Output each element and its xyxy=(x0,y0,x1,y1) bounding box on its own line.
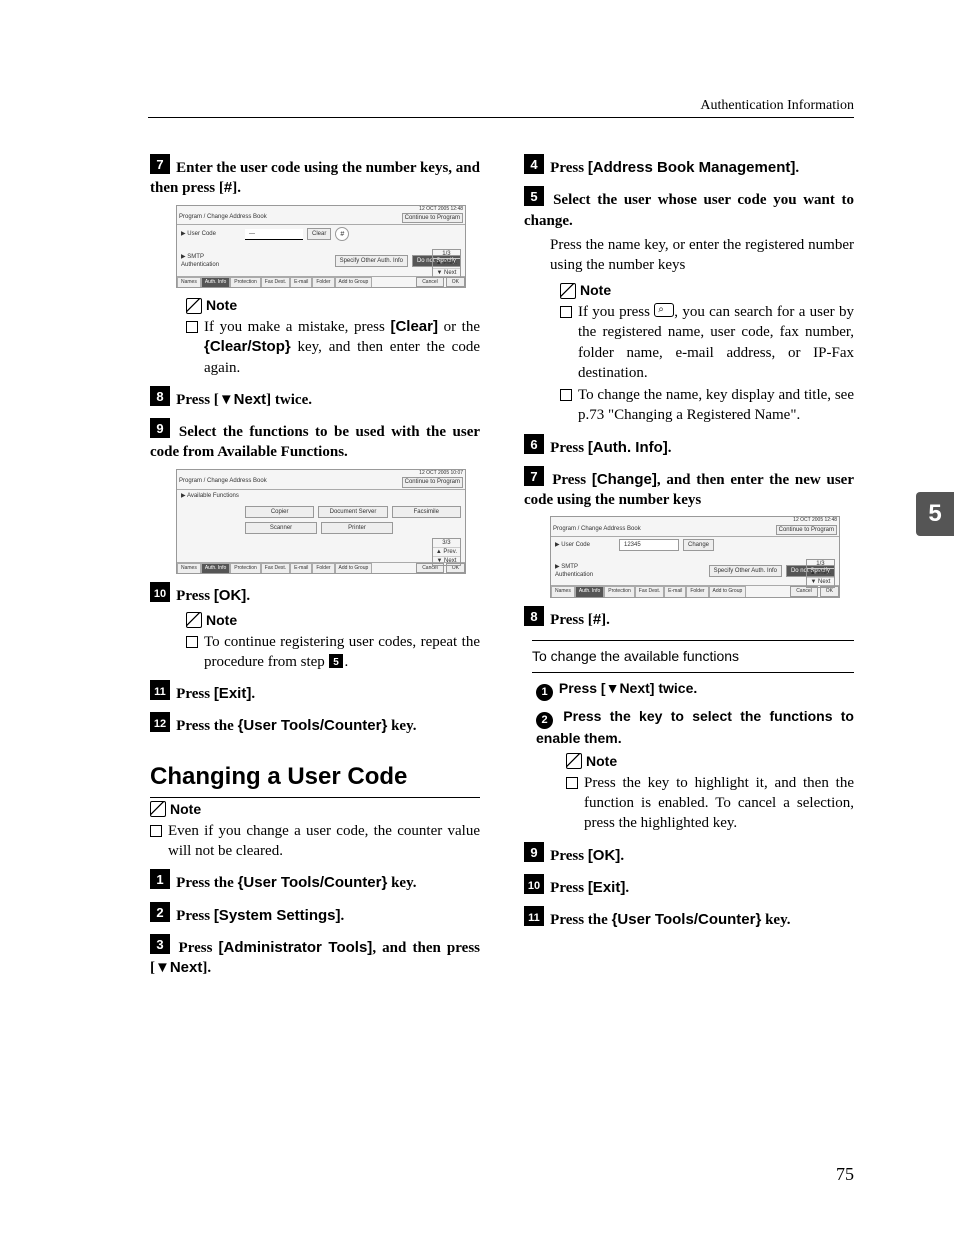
step-number-icon: 4 xyxy=(524,154,544,174)
svg-text:5: 5 xyxy=(530,189,537,204)
svg-text:5: 5 xyxy=(333,657,339,668)
step-number-icon: 7 xyxy=(150,154,170,174)
rstep-9: 9 Press [OK]. xyxy=(524,842,854,866)
note-bullet-icon xyxy=(560,306,572,318)
step-number-icon: 10 xyxy=(150,582,170,602)
svg-text:3: 3 xyxy=(156,937,163,952)
step-9: 9 Select the functions to be used with t… xyxy=(150,418,480,463)
rstep-10: 10 Press [Exit]. xyxy=(524,874,854,898)
circled-number-icon: 1 xyxy=(536,684,553,701)
note-bullet-icon xyxy=(566,777,578,789)
note-continue: Note To continue registering user codes,… xyxy=(186,611,480,672)
step-number-icon: 8 xyxy=(524,606,544,626)
step-number-icon: 10 xyxy=(524,874,544,894)
step-number-icon: 9 xyxy=(524,842,544,862)
step-number-icon: 7 xyxy=(524,466,544,486)
step-10: 10 Press [OK]. xyxy=(150,582,480,606)
svg-text:9: 9 xyxy=(156,421,163,436)
rstep-11: 11 Press the {User Tools/Counter} key. xyxy=(524,906,854,930)
svg-text:8: 8 xyxy=(156,389,163,404)
cstep-2: 2 Press [System Settings]. xyxy=(150,902,480,926)
rstep-4: 4 Press [Address Book Management]. xyxy=(524,154,854,178)
note-search: Note If you press , you can search for a… xyxy=(560,281,854,425)
rstep-5: 5 Select the user whose user code you wa… xyxy=(524,186,854,231)
svg-text:6: 6 xyxy=(530,437,537,452)
svg-text:8: 8 xyxy=(530,609,537,624)
svg-text:12: 12 xyxy=(154,718,166,730)
step-number-icon: 5 xyxy=(329,654,343,668)
note-bullet-icon xyxy=(186,321,198,333)
svg-text:2: 2 xyxy=(156,905,163,920)
svg-text:10: 10 xyxy=(154,588,166,600)
rstep-8: 8 Press [#]. xyxy=(524,606,854,630)
sub-step-2: 2 Press the key to select the functions … xyxy=(536,707,854,748)
step-number-icon: 3 xyxy=(150,934,170,954)
hash-key-icon: # xyxy=(593,611,601,628)
rstep-7: 7 Press [Change], and then enter the new… xyxy=(524,466,854,511)
svg-text:9: 9 xyxy=(530,845,537,860)
step-number-icon: 1 xyxy=(150,869,170,889)
step-number-icon: 6 xyxy=(524,434,544,454)
search-key-icon xyxy=(654,303,674,317)
hash-key-icon: # xyxy=(224,179,232,196)
sub-procedure-title: To change the available functions xyxy=(532,640,854,673)
step-11: 11 Press [Exit]. xyxy=(150,680,480,704)
note-counter: Note Even if you change a user code, the… xyxy=(150,800,480,861)
step-number-icon: 11 xyxy=(150,680,170,700)
step-number-icon: 2 xyxy=(150,902,170,922)
step-number-icon: 5 xyxy=(524,186,544,206)
rstep-6: 6 Press [Auth. Info]. xyxy=(524,434,854,458)
sub-procedure-box: To change the available functions 1 Pres… xyxy=(524,634,854,833)
svg-text:11: 11 xyxy=(154,686,166,698)
note-clear: Note If you make a mistake, press [Clear… xyxy=(186,296,480,378)
cstep-3: 3 Press [Administrator Tools], and then … xyxy=(150,934,480,979)
section-changing-user-code: Changing a User Code xyxy=(150,761,480,798)
step-12: 12 Press the {User Tools/Counter} key. xyxy=(150,712,480,736)
svg-text:4: 4 xyxy=(530,157,538,172)
right-column: 4 Press [Address Book Management]. 5 Sel… xyxy=(524,146,854,982)
step-number-icon: 9 xyxy=(150,418,170,438)
note-bullet-icon xyxy=(186,636,198,648)
svg-text:7: 7 xyxy=(530,469,537,484)
page-number: 75 xyxy=(836,1164,854,1185)
rstep-5-body: Press the name key, or enter the registe… xyxy=(550,235,854,276)
cstep-1: 1 Press the {User Tools/Counter} key. xyxy=(150,869,480,893)
screenshot-available-functions: 12 OCT 2005 10:07 Program / Change Addre… xyxy=(176,469,466,575)
chapter-tab: 5 xyxy=(916,492,954,536)
svg-text:7: 7 xyxy=(156,157,163,172)
note-bullet-icon xyxy=(560,389,572,401)
svg-text:10: 10 xyxy=(528,880,540,892)
screenshot-user-code: 12 OCT 2005 12:48 Program / Change Addre… xyxy=(176,205,466,289)
step-7-text: Enter the user code using the number key… xyxy=(150,160,480,196)
step-number-icon: 8 xyxy=(150,386,170,406)
step-number-icon: 12 xyxy=(150,712,170,732)
sub-note: Note Press the key to highlight it, and … xyxy=(566,752,854,834)
sub-step-1: 1 Press [▼Next] twice. xyxy=(536,679,854,701)
circled-number-icon: 2 xyxy=(536,712,553,729)
running-header: Authentication Information xyxy=(148,98,854,118)
step-8: 8 Press [▼Next] twice. xyxy=(150,386,480,410)
note-bullet-icon xyxy=(150,825,162,837)
svg-text:11: 11 xyxy=(528,912,540,924)
screenshot-change-code: 12 OCT 2005 12:48 Program / Change Addre… xyxy=(550,516,840,598)
svg-text:1: 1 xyxy=(156,872,163,887)
left-column: 7 Enter the user code using the number k… xyxy=(150,146,480,982)
step-7: 7 Enter the user code using the number k… xyxy=(150,154,480,199)
step-number-icon: 11 xyxy=(524,906,544,926)
